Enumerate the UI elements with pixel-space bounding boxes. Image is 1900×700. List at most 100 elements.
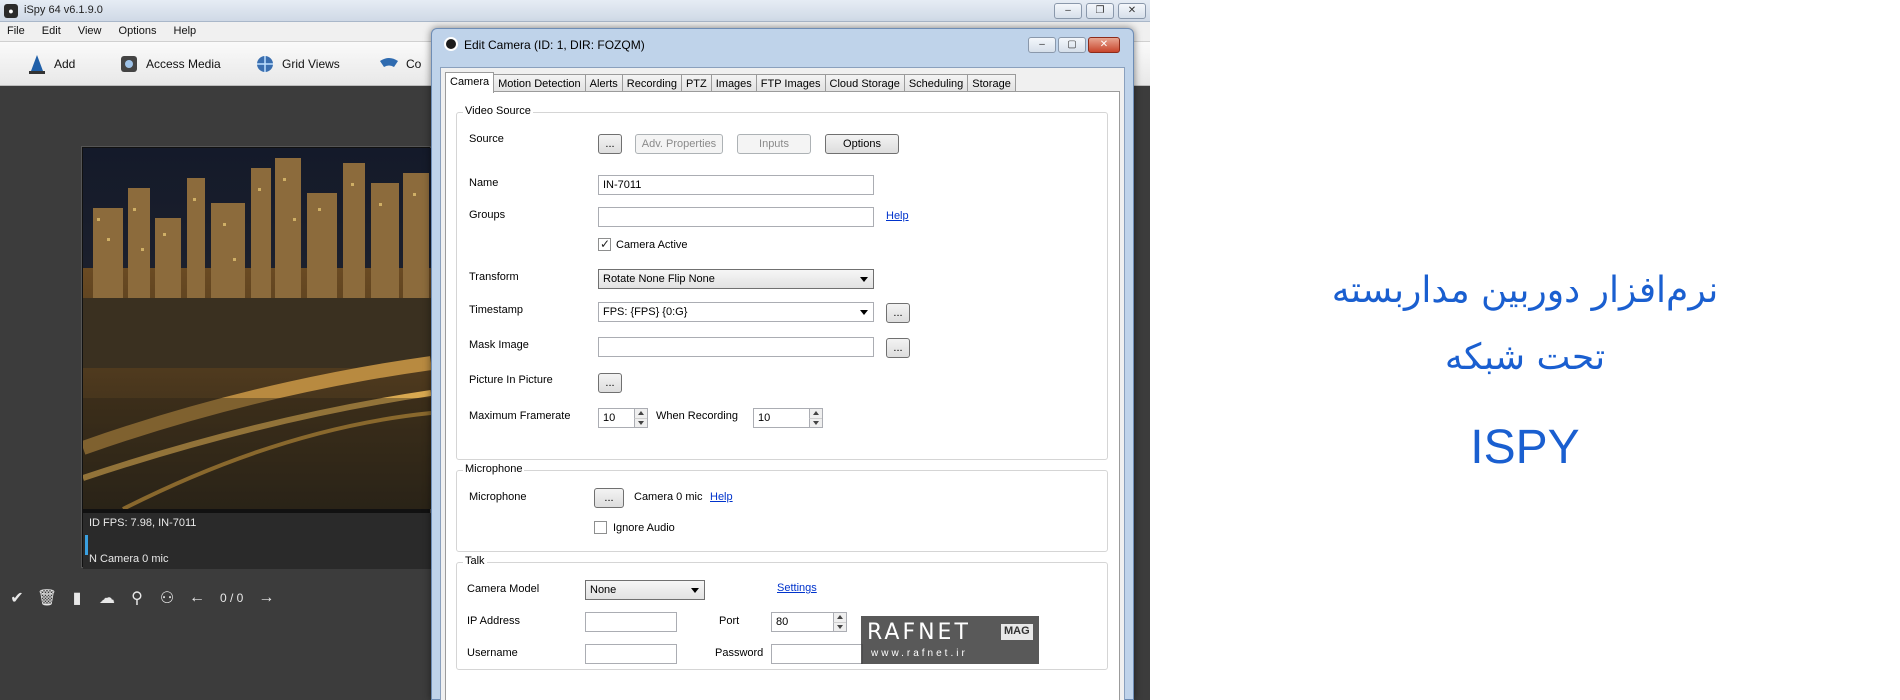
ignore-audio-checkbox[interactable] [594,521,607,534]
share-icon[interactable]: ⚇ [156,587,178,609]
name-label: Name [469,177,499,189]
spin-up-icon[interactable] [833,613,846,622]
close-button[interactable]: ✕ [1118,3,1146,19]
groups-help-link[interactable]: Help [886,210,909,222]
search-icon[interactable]: ⚲ [126,587,148,609]
access-media-button[interactable]: Access Media [118,52,221,76]
minimize-button[interactable]: – [1054,3,1082,19]
username-label: Username [467,647,518,659]
media-icon [121,56,137,72]
options-button[interactable]: Options [825,134,899,154]
connect-icon [380,58,398,67]
edit-camera-dialog: Edit Camera (ID: 1, DIR: FOZQM) – ▢ ✕ Ca… [431,28,1134,700]
max-framerate-label: Maximum Framerate [469,410,571,422]
night-city-image [83,148,431,509]
spin-down-icon[interactable] [809,418,822,427]
camera-model-select[interactable]: None [585,580,705,600]
watermark-mag-badge: MAG [1001,624,1033,640]
promo-panel: نرم‌افزار دوربین مداربسته تحت شبکه ISPY [1150,0,1900,700]
watermark-url: www.rafnet.ir [871,648,968,659]
timestamp-select[interactable]: FPS: {FPS} {0:G} [598,302,874,322]
adv-properties-button[interactable]: Adv. Properties [635,134,723,154]
chevron-down-icon [860,277,868,282]
username-field[interactable] [585,644,677,664]
add-button[interactable]: Add [26,52,75,76]
pip-browse-button[interactable]: ... [598,373,622,393]
camera-mic-status: N Camera 0 mic [89,553,169,565]
grid-views-icon [257,56,273,72]
max-framerate-stepper[interactable]: 10 [598,408,648,428]
grid-views-button[interactable]: Grid Views [254,52,340,76]
maximize-button[interactable]: ❐ [1086,3,1114,19]
timestamp-value: FPS: {FPS} {0:G} [603,306,688,318]
dialog-body: Camera Motion Detection Alerts Recording… [440,67,1125,700]
promo-product-name: ISPY [1470,421,1580,474]
page-counter: 0 / 0 [220,591,244,605]
toolbar-item-co[interactable]: Co [378,52,421,76]
bookmark-icon[interactable]: ▮ [66,587,88,609]
dialog-app-icon [444,37,458,51]
when-recording-label: When Recording [656,410,738,422]
ispy-app-icon: ● [4,4,18,18]
transform-select[interactable]: Rotate None Flip None [598,269,874,289]
spin-up-icon[interactable] [634,409,647,418]
mask-image-label: Mask Image [469,339,529,351]
camera-video-feed[interactable] [83,148,431,509]
port-stepper[interactable]: 80 [771,612,847,632]
spin-down-icon[interactable] [833,622,846,631]
timestamp-browse-button[interactable]: ... [886,303,910,323]
promo-headline-line2: تحت شبکه [1444,337,1606,378]
camera-tile[interactable]: ID FPS: 7.98, IN-7011 N Camera 0 mic [81,146,431,569]
ip-address-field[interactable] [585,612,677,632]
menu-edit[interactable]: Edit [35,22,68,37]
check-icon[interactable]: ✔ [6,587,28,609]
toolbar-item-co-label: Co [406,57,422,71]
main-window-title: iSpy 64 v6.1.9.0 [24,4,103,16]
camera-model-value: None [590,584,617,596]
source-browse-button[interactable]: ... [598,134,622,154]
groups-field[interactable] [598,207,874,227]
add-label: Add [54,57,76,71]
port-label: Port [719,615,740,627]
tab-camera[interactable]: Camera [445,72,495,93]
menu-help[interactable]: Help [167,22,204,37]
transform-label: Transform [469,271,519,283]
arrow-right-icon[interactable]: → [255,587,277,609]
groups-label: Groups [469,209,506,221]
dialog-minimize-button[interactable]: – [1028,37,1056,53]
when-recording-stepper[interactable]: 10 [753,408,823,428]
talk-settings-link[interactable]: Settings [777,582,817,594]
spin-down-icon[interactable] [634,418,647,427]
microphone-group: Microphone Microphone ... Camera 0 mic H… [456,463,1108,552]
watermark-brand: RAFNET [867,620,971,645]
cloud-upload-icon[interactable]: ☁ [96,587,118,609]
microphone-browse-button[interactable]: ... [594,488,624,508]
inputs-button[interactable]: Inputs [737,134,811,154]
screenshot-root: ● iSpy 64 v6.1.9.0 – ❐ ✕ File Edit View … [0,0,1900,700]
name-field[interactable]: IN-7011 [598,175,874,195]
camera-model-label: Camera Model [467,583,540,595]
ignore-audio-label: Ignore Audio [613,522,675,534]
menu-options[interactable]: Options [112,22,164,37]
password-field[interactable] [771,644,863,664]
mask-image-browse-button[interactable]: ... [886,338,910,358]
dialog-tabs: Camera Motion Detection Alerts Recording… [445,72,1016,93]
when-recording-value: 10 [758,412,771,424]
mask-image-field[interactable] [598,337,874,357]
menu-file[interactable]: File [0,22,32,37]
dialog-close-button[interactable]: ✕ [1088,37,1120,53]
main-bottom-toolbar: ✔ 🗑 ▮ ☁ ⚲ ⚇ ← 0 / 0 → [0,578,432,618]
promo-headline-line1: نرم‌افزار دوربین مداربسته [1331,270,1719,311]
menu-view[interactable]: View [71,22,109,37]
camera-active-checkbox[interactable] [598,237,611,251]
microphone-help-link[interactable]: Help [710,491,733,503]
microphone-label: Microphone [469,491,527,503]
trash-icon[interactable]: 🗑 [36,587,58,609]
ip-address-label: IP Address [467,615,520,627]
spin-up-icon[interactable] [809,409,822,418]
dialog-maximize-button[interactable]: ▢ [1058,37,1086,53]
main-title-bar: ● iSpy 64 v6.1.9.0 – ❐ ✕ [0,0,1150,22]
arrow-left-icon[interactable]: ← [186,587,208,609]
dialog-title: Edit Camera (ID: 1, DIR: FOZQM) [464,38,645,52]
grid-views-label: Grid Views [282,57,340,71]
